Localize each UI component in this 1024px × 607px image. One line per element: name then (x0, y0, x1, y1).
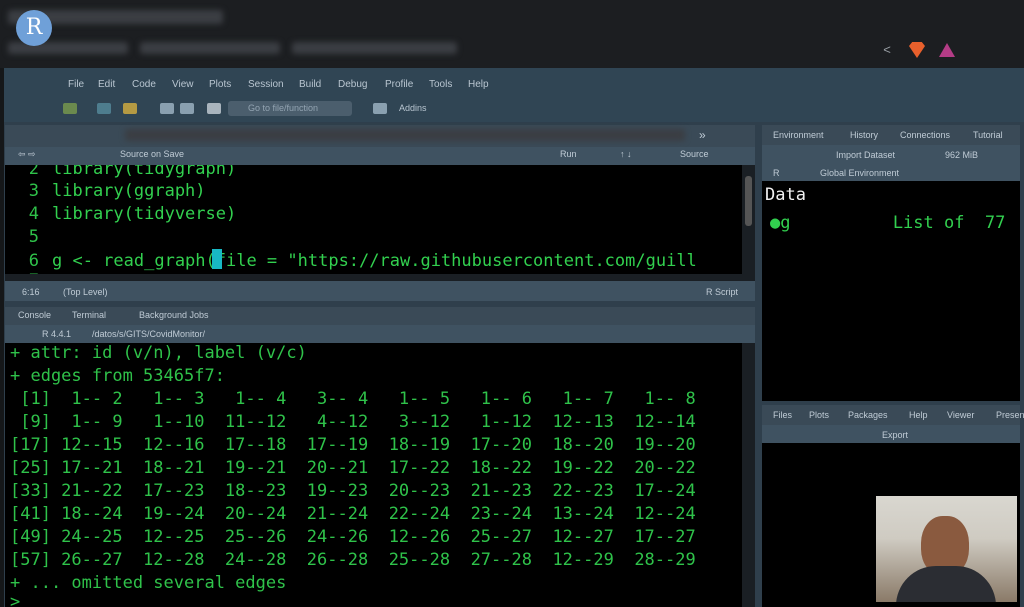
menu-build[interactable]: Build (299, 79, 321, 90)
tab-help[interactable]: Help (909, 410, 928, 420)
webcam-overlay (876, 496, 1017, 602)
source-tabs-bar: » (5, 125, 755, 147)
cursor-position: 6:16 (22, 287, 40, 297)
global-environment-selector[interactable]: Global Environment (820, 168, 899, 178)
line-number: 2 (28, 165, 39, 179)
scope-selector[interactable]: (Top Level) (63, 287, 108, 297)
goto-file-input[interactable]: Go to file/function (228, 101, 352, 116)
text-cursor (212, 249, 222, 269)
console-line: + ... omitted several edges (10, 573, 287, 593)
console-line: [49] 24--25 12--25 25--26 24--26 12--26 … (10, 527, 696, 547)
tab-connections[interactable]: Connections (900, 130, 950, 140)
import-dataset-button[interactable]: Import Dataset (836, 150, 895, 160)
addins-menu[interactable]: Addins (399, 103, 427, 113)
main-toolbar (4, 96, 1024, 122)
more-tabs-icon[interactable]: » (699, 128, 706, 142)
tab-viewer[interactable]: Viewer (947, 410, 974, 420)
rewards-triangle-icon[interactable] (939, 43, 955, 57)
print-icon[interactable] (207, 103, 221, 114)
env-variable-row[interactable]: ●g List of 77 (770, 213, 1005, 233)
menu-file[interactable]: File (68, 79, 84, 90)
working-directory[interactable]: /datos/s/GITS/CovidMonitor/ (92, 329, 205, 339)
console-scrollbar[interactable] (742, 343, 755, 607)
menu-edit[interactable]: Edit (98, 79, 115, 90)
console-prompt[interactable]: > (10, 592, 30, 607)
menu-session[interactable]: Session (248, 79, 284, 90)
browser-top-bar: < (0, 0, 1024, 68)
menu-tools[interactable]: Tools (429, 79, 452, 90)
up-down-arrows-icon[interactable]: ↑ ↓ (620, 149, 632, 159)
line-number: 5 (28, 227, 39, 247)
console-line: + attr: id (v/n), label (v/c) (10, 343, 307, 363)
new-project-icon[interactable] (97, 103, 111, 114)
console-output[interactable]: + attr: id (v/n), label (v/c) + edges fr… (5, 343, 742, 607)
tab-tutorial[interactable]: Tutorial (973, 130, 1003, 140)
brave-shield-icon[interactable] (909, 42, 925, 58)
r-logo: R (16, 10, 52, 46)
menu-code[interactable]: Code (132, 79, 156, 90)
back-forward-icon[interactable]: ⇦ ⇨ (18, 149, 36, 160)
source-on-save-checkbox[interactable]: Source on Save (120, 149, 184, 159)
console-line: + edges from 53465f7: (10, 366, 225, 386)
code-line[interactable]: library(ggraph) (52, 181, 206, 201)
share-icon[interactable]: < (879, 42, 895, 58)
memory-usage: 962 MiB (945, 150, 979, 160)
tab-history[interactable]: History (850, 130, 878, 140)
blurred-address (292, 42, 457, 54)
files-tabs-bar (762, 405, 1020, 425)
blurred-tab-names (125, 129, 685, 141)
blurred-address (140, 42, 280, 54)
code-editor[interactable]: 2 library(tidygraph) 3 library(ggraph) 4… (5, 165, 742, 281)
r-version: R 4.4.1 (42, 329, 72, 339)
line-number: 6 (28, 251, 39, 271)
source-toolbar (5, 147, 755, 165)
save-icon[interactable] (160, 103, 174, 114)
run-button[interactable]: Run (560, 149, 577, 159)
save-all-icon[interactable] (180, 103, 194, 114)
code-line[interactable]: library(tidyverse) (52, 204, 236, 224)
language-selector[interactable]: R (773, 168, 780, 178)
menu-view[interactable]: View (172, 79, 194, 90)
console-line: [17] 12--15 12--16 17--18 17--19 18--19 … (10, 435, 696, 455)
console-line: [1] 1-- 2 1-- 3 1-- 4 3-- 4 1-- 5 1-- 6 … (10, 389, 696, 409)
console-line: [9] 1-- 9 1--10 11--12 4--12 3--12 1--12… (10, 412, 696, 432)
editor-h-scrollbar[interactable] (5, 274, 742, 281)
tab-environment[interactable]: Environment (773, 130, 824, 140)
line-number: 3 (28, 181, 39, 201)
source-status-bar (5, 281, 755, 301)
menu-profile[interactable]: Profile (385, 79, 413, 90)
tab-background-jobs[interactable]: Background Jobs (139, 310, 209, 320)
tab-files[interactable]: Files (773, 410, 792, 420)
export-button[interactable]: Export (882, 430, 908, 440)
code-line[interactable]: library(tidygraph) (52, 165, 236, 179)
editor-scroll-thumb[interactable] (745, 176, 752, 226)
console-line: [57] 26--27 12--28 24--28 26--28 25--28 … (10, 550, 696, 570)
line-number: 4 (28, 204, 39, 224)
tab-console[interactable]: Console (18, 310, 51, 320)
menu-plots[interactable]: Plots (209, 79, 231, 90)
grid-layout-icon[interactable] (373, 103, 387, 114)
console-tabs-bar (5, 307, 755, 325)
menu-debug[interactable]: Debug (338, 79, 367, 90)
new-file-icon[interactable] (63, 103, 77, 114)
source-button[interactable]: Source (680, 149, 709, 159)
presenter-body (896, 566, 996, 602)
data-section-heading: Data (765, 185, 806, 205)
code-line[interactable]: g <- read_graph(file = "https://raw.gith… (52, 251, 697, 271)
open-file-icon[interactable] (123, 103, 137, 114)
menu-help[interactable]: Help (468, 79, 489, 90)
tab-plots[interactable]: Plots (809, 410, 829, 420)
tab-presentation[interactable]: Presen (996, 410, 1024, 420)
tab-terminal[interactable]: Terminal (72, 310, 106, 320)
console-line: [33] 21--22 17--23 18--23 19--23 20--23 … (10, 481, 696, 501)
console-line: [25] 17--21 18--21 19--21 20--21 17--22 … (10, 458, 696, 478)
console-line: [41] 18--24 19--24 20--24 21--24 22--24 … (10, 504, 696, 524)
file-type-selector[interactable]: R Script (706, 287, 738, 297)
tab-packages[interactable]: Packages (848, 410, 888, 420)
